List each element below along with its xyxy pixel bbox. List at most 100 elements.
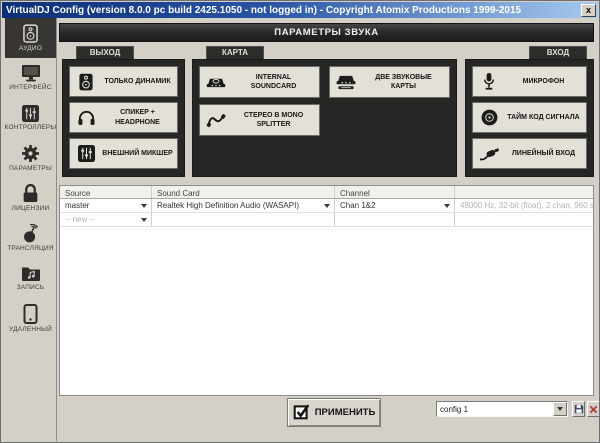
new-source-value: -- new -- xyxy=(65,215,95,224)
source-select[interactable]: master xyxy=(60,199,152,212)
titlebar: VirtualDJ Config (version 8.0.0 pc build… xyxy=(2,2,598,18)
sidebar-item-label: ЗАПИСЬ xyxy=(16,284,45,291)
table-row: master Realtek High Definition Audio (WA… xyxy=(60,199,593,213)
sidebar-item-label: ТРАНСЛЯЦИЯ xyxy=(7,245,54,252)
input-panel: МИКРОФОН ТАЙМ КОД СИГНАЛА ЛИНЕЙНЫЙ ВХОД xyxy=(465,59,594,177)
button-label: ВНЕШНИЙ МИКШЕР xyxy=(102,149,173,157)
speaker-only-button[interactable]: ТОЛЬКО ДИНАМИК xyxy=(69,66,178,97)
chevron-down-icon xyxy=(141,217,147,222)
microphone-icon xyxy=(473,72,505,91)
config-select[interactable]: config 1 xyxy=(436,401,568,417)
output-section: ВЫХОД ТОЛЬКО ДИНАМИК СПИКЕР + HEADPHONE … xyxy=(62,46,185,177)
microphone-button[interactable]: МИКРОФОН xyxy=(472,66,587,97)
button-label: СТЕРЕО В MONO SPLITTER xyxy=(243,111,304,128)
splitter-cable-icon xyxy=(200,112,232,128)
speaker-icon xyxy=(23,24,38,43)
chevron-down-icon xyxy=(557,407,563,411)
empty-cell xyxy=(335,213,455,226)
card-section: КАРТА INTERNAL SOUNDCARD ДВЕ ЗВУКОВЫЕ КА… xyxy=(192,46,457,177)
internal-soundcard-button[interactable]: INTERNAL SOUNDCARD xyxy=(199,66,320,98)
sound-setup-panels: ВЫХОД ТОЛЬКО ДИНАМИК СПИКЕР + HEADPHONE … xyxy=(62,46,594,177)
window-title: VirtualDJ Config (version 8.0.0 pc build… xyxy=(6,4,522,16)
button-label: ДВЕ ЗВУКОВЫЕ КАРТЫ xyxy=(375,73,432,90)
sidebar-item-options[interactable]: ПАРАМЕТРЫ xyxy=(5,138,56,178)
button-label: МИКРОФОН xyxy=(522,77,565,85)
soundcard-value: Realtek High Definition Audio (WASAPI) xyxy=(157,201,299,210)
page-title: ПАРАМЕТРЫ ЗВУКА xyxy=(59,23,594,42)
window-body: АУДИО ИНТЕРФЕЙС КОНТРОЛЛЕРЫ ПАРАМЕТРЫ ЛИ… xyxy=(2,18,599,441)
channel-value: Chan 1&2 xyxy=(340,201,376,210)
mixer-icon xyxy=(22,105,39,122)
input-tab: ВХОД xyxy=(529,46,587,59)
sidebar-item-label: ИНТЕРФЕЙС xyxy=(9,84,52,91)
sidebar-item-remote[interactable]: УДАЛЕННЫЙ xyxy=(5,298,56,338)
sound-setup-table: Source Sound Card Channel master Realtek… xyxy=(59,185,594,396)
mixer-icon xyxy=(70,145,102,162)
button-label: ЛИНЕЙНЫЙ ВХОД xyxy=(511,149,576,157)
card-panel: INTERNAL SOUNDCARD ДВЕ ЗВУКОВЫЕ КАРТЫ СТ… xyxy=(192,59,457,177)
monitor-icon xyxy=(21,65,41,82)
broadcast-icon xyxy=(21,224,40,243)
external-mixer-button[interactable]: ВНЕШНИЙ МИКШЕР xyxy=(69,138,178,169)
gear-icon xyxy=(21,144,40,163)
close-button[interactable]: x xyxy=(581,3,596,17)
checkbox-check-icon xyxy=(293,403,310,423)
two-soundcards-button[interactable]: ДВЕ ЗВУКОВЫЕ КАРТЫ xyxy=(329,66,450,98)
output-panel: ТОЛЬКО ДИНАМИК СПИКЕР + HEADPHONE ВНЕШНИ… xyxy=(62,59,185,177)
sidebar-item-interface[interactable]: ИНТЕРФЕЙС xyxy=(5,58,56,98)
empty-cell xyxy=(455,213,593,226)
apply-label: ПРИМЕНИТЬ xyxy=(314,407,376,418)
two-soundcards-icon xyxy=(330,74,362,91)
chevron-down-icon xyxy=(141,203,147,208)
sidebar-item-label: КОНТРОЛЛЕРЫ xyxy=(4,124,57,131)
column-header-info xyxy=(455,186,593,198)
soundcard-select[interactable]: Realtek High Definition Audio (WASAPI) xyxy=(152,199,335,212)
button-label: ТОЛЬКО ДИНАМИК xyxy=(104,77,171,85)
column-header-sound-card: Sound Card xyxy=(152,186,335,198)
output-tab: ВЫХОД xyxy=(76,46,134,59)
remote-icon xyxy=(23,303,38,324)
timecode-button[interactable]: ТАЙМ КОД СИГНАЛА xyxy=(472,102,587,133)
main-area: ПАРАМЕТРЫ ЗВУКА ВЫХОД ТОЛЬКО ДИНАМИК СПИ… xyxy=(58,18,599,441)
sidebar: АУДИО ИНТЕРФЕЙС КОНТРОЛЛЕРЫ ПАРАМЕТРЫ ЛИ… xyxy=(2,18,57,441)
apply-button[interactable]: ПРИМЕНИТЬ xyxy=(287,398,381,427)
card-tab: КАРТА xyxy=(206,46,264,59)
new-source-select[interactable]: -- new -- xyxy=(60,213,152,226)
sidebar-item-record[interactable]: ЗАПИСЬ xyxy=(5,258,56,298)
save-icon xyxy=(574,402,584,417)
button-label: СПИКЕР + HEADPHONE xyxy=(115,109,160,126)
column-header-source: Source xyxy=(60,186,152,198)
sidebar-item-licenses[interactable]: ЛИЦЕНЗИИ xyxy=(5,178,56,218)
headphone-icon xyxy=(70,109,102,126)
sidebar-item-audio[interactable]: АУДИО xyxy=(5,18,56,58)
save-config-button[interactable] xyxy=(572,401,585,417)
config-value: config 1 xyxy=(440,404,469,414)
chevron-down-icon xyxy=(324,203,330,208)
vinyl-icon xyxy=(473,109,505,126)
line-in-button[interactable]: ЛИНЕЙНЫЙ ВХОД xyxy=(472,138,587,169)
button-label: INTERNAL SOUNDCARD xyxy=(250,73,297,90)
delete-config-button[interactable] xyxy=(587,401,599,417)
sidebar-item-label: УДАЛЕННЫЙ xyxy=(9,325,52,333)
sidebar-item-broadcast[interactable]: ТРАНСЛЯЦИЯ xyxy=(5,218,56,258)
stereo-mono-splitter-button[interactable]: СТЕРЕО В MONO SPLITTER xyxy=(199,104,320,136)
footer-bar: ПРИМЕНИТЬ config 1 xyxy=(58,394,599,441)
chevron-down-icon xyxy=(444,203,450,208)
lock-icon xyxy=(22,184,39,203)
config-dropdown-button[interactable] xyxy=(553,402,567,416)
format-info: 48000 Hz, 32-bit (float), 2 chan, 960 s xyxy=(460,201,593,210)
record-icon xyxy=(21,265,41,282)
delete-icon xyxy=(589,402,598,417)
column-header-channel: Channel xyxy=(335,186,455,198)
table-row: -- new -- xyxy=(60,213,593,227)
virtualdj-config-window: VirtualDJ Config (version 8.0.0 pc build… xyxy=(0,0,600,443)
sidebar-item-label: АУДИО xyxy=(18,45,43,52)
input-section: ВХОД МИКРОФОН ТАЙМ КОД СИГНАЛА ЛИНЕЙНЫЙ … xyxy=(465,46,594,177)
speaker-headphone-button[interactable]: СПИКЕР + HEADPHONE xyxy=(69,102,178,133)
sidebar-item-controllers[interactable]: КОНТРОЛЛЕРЫ xyxy=(5,98,56,138)
button-label: ТАЙМ КОД СИГНАЛА xyxy=(507,113,580,121)
channel-select[interactable]: Chan 1&2 xyxy=(335,199,455,212)
line-in-icon xyxy=(473,147,505,161)
table-header: Source Sound Card Channel xyxy=(60,186,593,199)
speaker-icon xyxy=(70,73,102,91)
